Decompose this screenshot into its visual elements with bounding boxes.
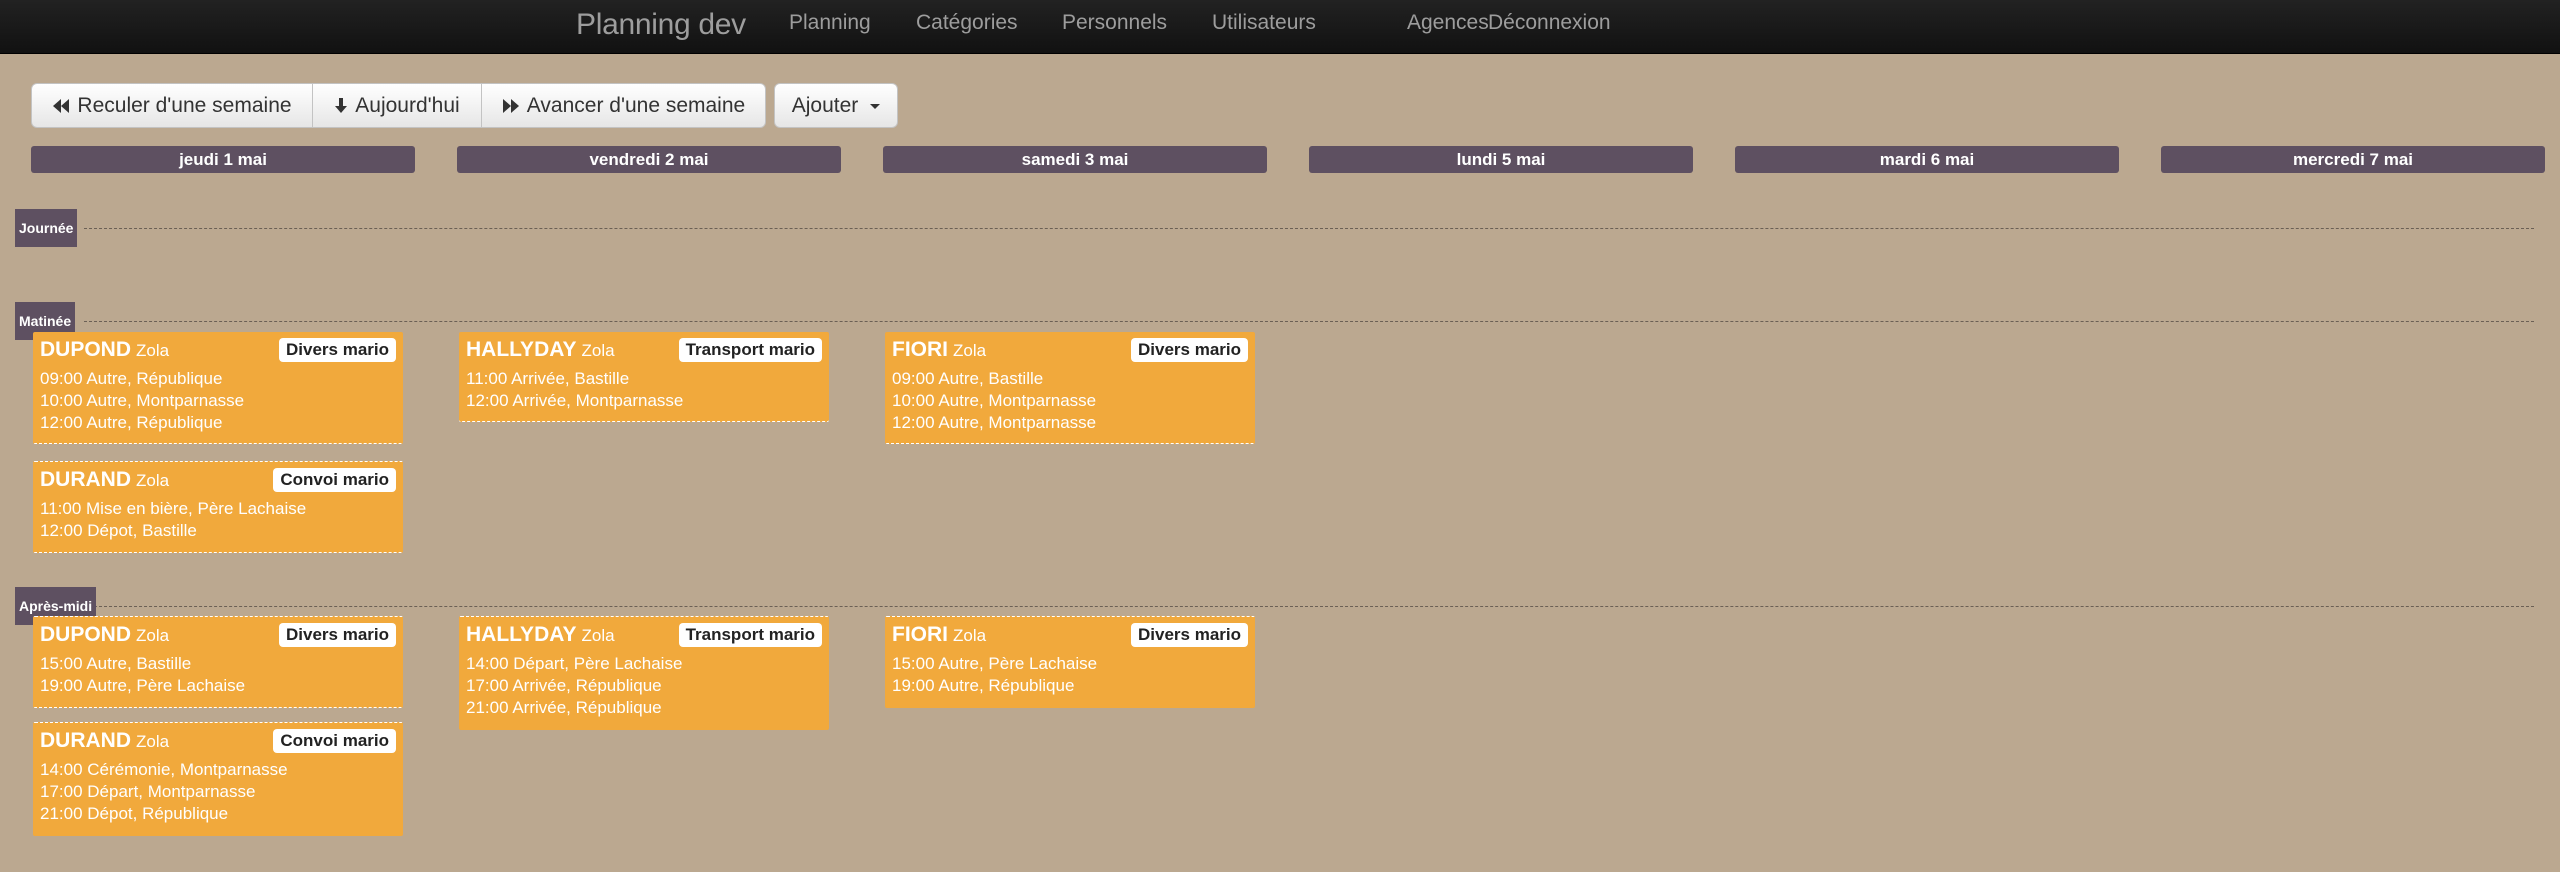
event-line: 09:00 Autre, République: [40, 369, 223, 388]
nav-agences[interactable]: Agences: [1407, 11, 1489, 35]
category-badge: Divers mario: [1131, 623, 1248, 647]
event-line: 19:00 Autre, République: [892, 676, 1075, 695]
today-button[interactable]: Aujourd'hui: [313, 83, 482, 128]
forward-week-label: Avancer d'une semaine: [526, 93, 746, 117]
event-card[interactable]: HALLYDAY Zola Transport mario 11:00 Arriv…: [459, 332, 829, 422]
event-line: 12:00 Arrivée, Montparnasse: [466, 391, 684, 410]
nav-categories[interactable]: Catégories: [916, 11, 1018, 35]
person-name: DUPOND Zola: [40, 338, 170, 361]
nav-personnels[interactable]: Personnels: [1062, 11, 1167, 35]
event-line: 12:00 Autre, République: [40, 413, 223, 432]
nav-deconnexion[interactable]: Déconnexion: [1488, 11, 1611, 35]
nav-utilisateurs[interactable]: Utilisateurs: [1212, 11, 1316, 35]
caret-down-icon: [870, 104, 881, 109]
event-line: 19:00 Autre, Père Lachaise: [40, 676, 246, 695]
person-name: DURAND Zola: [40, 468, 170, 491]
day-header: mardi 6 mai: [1735, 146, 2119, 173]
category-badge: Divers mario: [1131, 338, 1248, 362]
person-name: FIORI Zola: [892, 623, 987, 646]
event-line: 12:00 Autre, Montparnasse: [892, 413, 1097, 432]
day-header: jeudi 1 mai: [31, 146, 415, 173]
person-name: DUPOND Zola: [40, 623, 170, 646]
event-card[interactable]: HALLYDAY Zola Transport mario 14:00 Dépar…: [459, 616, 829, 730]
category-badge: Divers mario: [279, 338, 396, 362]
add-dropdown-button[interactable]: Ajouter: [774, 83, 898, 128]
person-name: DURAND Zola: [40, 729, 170, 752]
today-label: Aujourd'hui: [355, 93, 460, 117]
day-header: lundi 5 mai: [1309, 146, 1693, 173]
event-card[interactable]: DUPOND Zola Divers mario 09:00 Autre, Rép…: [33, 332, 403, 444]
event-card[interactable]: DUPOND Zola Divers mario 15:00 Autre, Bas…: [33, 616, 403, 708]
event-line: 10:00 Autre, Montparnasse: [892, 391, 1097, 410]
event-line: 17:00 Départ, Montparnasse: [40, 782, 256, 801]
event-line: 09:00 Autre, Bastille: [892, 369, 1044, 388]
event-card[interactable]: DURAND Zola Convoi mario 14:00 Cérémonie,…: [33, 722, 403, 836]
event-card[interactable]: DURAND Zola Convoi mario 11:00 Mise en bi…: [33, 461, 403, 553]
event-card[interactable]: FIORI Zola Divers mario 09:00 Autre, Bast…: [885, 332, 1255, 444]
event-line: 11:00 Arrivée, Bastille: [466, 369, 630, 388]
nav-planning[interactable]: Planning: [789, 11, 871, 35]
back-week-label: Reculer d'une semaine: [77, 93, 292, 117]
event-line: 11:00 Mise en bière, Père Lachaise: [40, 499, 307, 518]
section-divider: [84, 321, 2534, 322]
event-line: 14:00 Départ, Père Lachaise: [466, 654, 683, 673]
add-label: Ajouter: [791, 93, 859, 117]
section-label-journee: Journée: [15, 209, 78, 247]
event-line: 14:00 Cérémonie, Montparnasse: [40, 760, 288, 779]
event-line: 21:00 Dépot, République: [40, 804, 229, 823]
event-line: 10:00 Autre, Montparnasse: [40, 391, 245, 410]
brand-title[interactable]: Planning dev: [576, 8, 746, 42]
person-name: FIORI Zola: [892, 338, 987, 361]
forward-week-button[interactable]: Avancer d'une semaine: [482, 83, 766, 128]
event-line: 12:00 Dépot, Bastille: [40, 521, 197, 540]
fast-forward-icon: [502, 98, 520, 113]
person-name: HALLYDAY Zola: [466, 623, 615, 646]
back-week-button[interactable]: Reculer d'une semaine: [31, 83, 313, 128]
event-line: 15:00 Autre, Père Lachaise: [892, 654, 1098, 673]
category-badge: Divers mario: [279, 623, 396, 647]
top-navbar: Planning dev Planning Catégories Personn…: [0, 0, 2560, 54]
category-badge: Convoi mario: [273, 729, 396, 753]
day-header: samedi 3 mai: [883, 146, 1267, 173]
event-line: 15:00 Autre, Bastille: [40, 654, 192, 673]
event-line: 21:00 Arrivée, République: [466, 698, 662, 717]
category-badge: Transport mario: [678, 338, 822, 362]
category-badge: Convoi mario: [273, 468, 396, 492]
fast-backward-icon: [52, 98, 70, 113]
event-line: 17:00 Arrivée, République: [466, 676, 662, 695]
arrow-down-icon: [334, 97, 348, 114]
category-badge: Transport mario: [678, 623, 822, 647]
day-header: mercredi 7 mai: [2161, 146, 2545, 173]
person-name: HALLYDAY Zola: [466, 338, 615, 361]
section-divider: [84, 228, 2534, 229]
section-divider: [84, 606, 2534, 607]
day-header: vendredi 2 mai: [457, 146, 841, 173]
event-card[interactable]: FIORI Zola Divers mario 15:00 Autre, Père…: [885, 616, 1255, 708]
